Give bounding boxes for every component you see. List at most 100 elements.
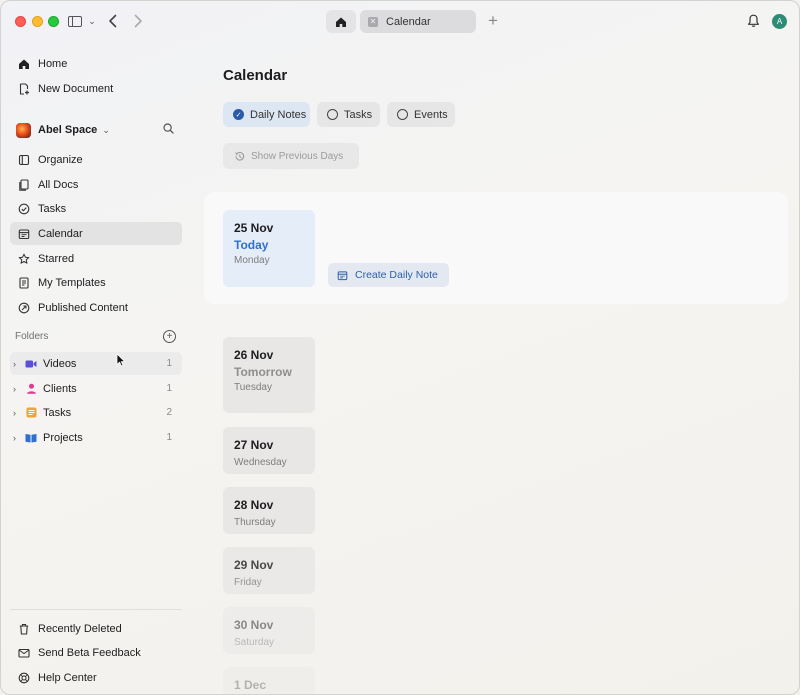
sidebar-item-home[interactable]: Home: [10, 52, 182, 75]
day-tile[interactable]: 26 Nov Tomorrow Tuesday: [223, 337, 315, 413]
sidebar-item-label: Calendar: [38, 228, 83, 240]
folders-heading: Folders: [15, 331, 48, 342]
day-date: 30 Nov: [234, 618, 315, 632]
chevron-down-icon[interactable]: ⌄: [87, 14, 97, 28]
new-tab-button[interactable]: +: [485, 11, 501, 31]
page-title: Calendar: [223, 67, 287, 84]
sidebar-item-all-docs[interactable]: All Docs: [10, 173, 182, 196]
mail-icon: [18, 647, 30, 659]
house-icon: [335, 16, 347, 28]
sidebar-item-starred[interactable]: Starred: [10, 247, 182, 270]
filter-daily-notes[interactable]: ✓ Daily Notes: [223, 102, 310, 127]
sidebar-item-calendar[interactable]: Calendar: [10, 222, 182, 245]
space-name: Abel Space: [38, 124, 97, 136]
close-window-button[interactable]: [15, 16, 26, 27]
sidebar-item-label: Starred: [38, 253, 74, 265]
avatar[interactable]: A: [772, 14, 787, 29]
help-icon: [18, 672, 30, 684]
chevron-right-icon[interactable]: ›: [13, 359, 21, 369]
filter-label: Daily Notes: [250, 109, 306, 121]
chevron-down-icon: ⌄: [102, 125, 110, 136]
space-switcher[interactable]: Abel Space ⌄: [16, 121, 182, 139]
sidebar-item-label: Home: [38, 58, 67, 70]
radio-circle-icon: [327, 109, 338, 120]
back-button[interactable]: [105, 11, 119, 31]
chevron-right-icon[interactable]: ›: [13, 384, 21, 394]
book-icon: [25, 432, 37, 444]
day-relative: Tomorrow: [234, 365, 315, 379]
space-logo-icon: [16, 123, 31, 138]
template-icon: [18, 277, 30, 289]
day-tile[interactable]: 29 Nov Friday: [223, 547, 315, 594]
sidebar-item-help-center[interactable]: Help Center: [10, 666, 182, 689]
star-icon: [18, 253, 30, 265]
sidebar-item-label: Published Content: [38, 302, 128, 314]
show-previous-days-label: Show Previous Days: [251, 151, 343, 162]
day-relative: Today: [234, 238, 315, 252]
folder-item-clients[interactable]: › Clients 1: [10, 377, 182, 400]
sidebar-item-label: Organize: [38, 154, 83, 166]
sidebar-item-my-templates[interactable]: My Templates: [10, 271, 182, 294]
day-tile[interactable]: 27 Nov Wednesday: [223, 427, 315, 474]
create-daily-note-label: Create Daily Note: [355, 269, 438, 281]
house-icon: [18, 58, 30, 70]
show-previous-days-button[interactable]: Show Previous Days: [223, 143, 359, 169]
day-date: 27 Nov: [234, 438, 315, 452]
home-tab[interactable]: [326, 10, 356, 33]
title-bar: ⌄ ✕ Calendar + A: [1, 1, 800, 43]
day-tile[interactable]: 30 Nov Saturday: [223, 607, 315, 654]
folder-count: 1: [166, 358, 172, 369]
calendar-icon: [18, 228, 30, 240]
day-tile[interactable]: 1 Dec: [223, 667, 315, 695]
day-weekday: Thursday: [234, 517, 315, 528]
sidebar-item-tasks[interactable]: Tasks: [10, 197, 182, 220]
sidebar-item-recently-deleted[interactable]: Recently Deleted: [10, 617, 182, 640]
search-icon[interactable]: [163, 123, 174, 137]
folder-item-projects[interactable]: › Projects 1: [10, 426, 182, 449]
day-date: 1 Dec: [234, 678, 315, 692]
sidebar-item-send-beta-feedback[interactable]: Send Beta Feedback: [10, 641, 182, 664]
sidebar-item-label: New Document: [38, 83, 113, 95]
chevron-right-icon[interactable]: ›: [13, 408, 21, 418]
chevron-right-icon: [134, 14, 143, 28]
filter-tasks[interactable]: Tasks: [317, 102, 380, 127]
create-daily-note-button[interactable]: Create Daily Note: [328, 263, 449, 287]
minimize-window-button[interactable]: [32, 16, 43, 27]
day-weekday: Saturday: [234, 637, 315, 648]
zoom-window-button[interactable]: [48, 16, 59, 27]
day-weekday: Wednesday: [234, 457, 315, 468]
radio-circle-icon: [397, 109, 408, 120]
day-tile[interactable]: 28 Nov Thursday: [223, 487, 315, 534]
folder-item-tasks[interactable]: › Tasks 2: [10, 401, 182, 424]
folder-count: 2: [166, 407, 172, 418]
sidebar-item-published-content[interactable]: Published Content: [10, 296, 182, 319]
history-icon: [234, 151, 245, 162]
checklist-icon: [25, 407, 37, 419]
close-tab-icon[interactable]: ✕: [368, 17, 378, 27]
filter-label: Events: [414, 109, 448, 121]
day-weekday: Friday: [234, 577, 315, 588]
day-tile-today[interactable]: 25 Nov Today Monday: [223, 210, 315, 287]
notification-bell-icon[interactable]: [745, 13, 761, 29]
app-window: ⌄ ✕ Calendar + A Home New Document: [0, 0, 800, 695]
sidebar-item-new-document[interactable]: New Document: [10, 77, 182, 100]
forward-button[interactable]: [131, 11, 145, 31]
folder-label: Projects: [43, 432, 83, 444]
filter-events[interactable]: Events: [387, 102, 455, 127]
new-document-icon: [18, 83, 30, 95]
docs-icon: [18, 179, 30, 191]
day-weekday: Tuesday: [234, 382, 315, 393]
sidebar-toggle-icon[interactable]: [67, 13, 83, 29]
folder-label: Tasks: [43, 407, 71, 419]
checkmark-icon: ✓: [233, 109, 244, 120]
sidebar-item-label: Help Center: [38, 672, 97, 684]
chevron-right-icon[interactable]: ›: [13, 433, 21, 443]
folder-count: 1: [166, 432, 172, 443]
tab-calendar[interactable]: ✕ Calendar: [360, 10, 476, 33]
tab-title: Calendar: [386, 16, 431, 28]
add-folder-icon[interactable]: +: [163, 330, 176, 343]
video-camera-icon: [25, 358, 37, 370]
sidebar-item-label: Tasks: [38, 203, 66, 215]
folder-item-videos[interactable]: › Videos 1: [10, 352, 182, 375]
sidebar-item-organize[interactable]: Organize: [10, 148, 182, 171]
